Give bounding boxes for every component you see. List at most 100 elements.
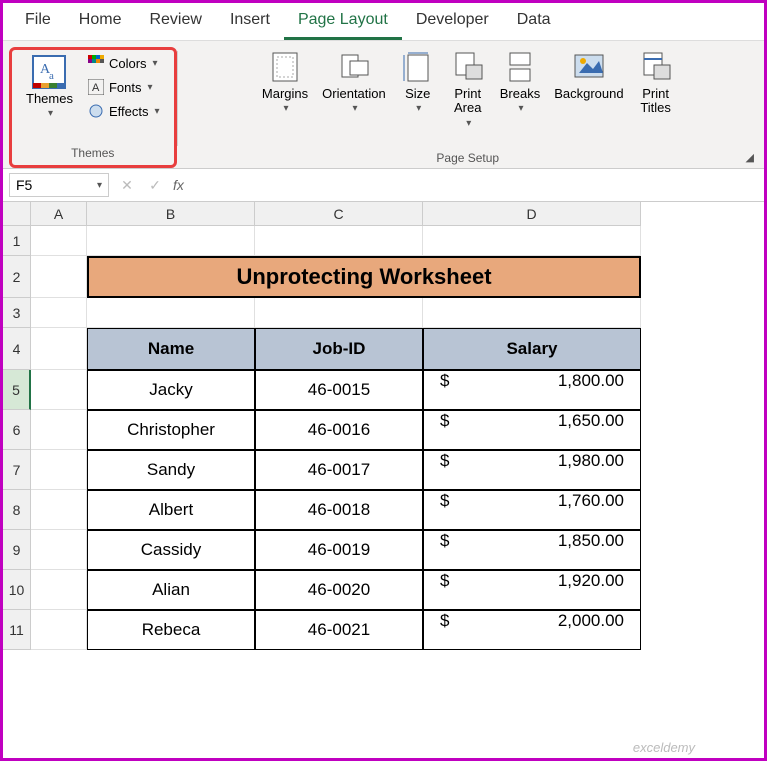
themes-label: Themes <box>26 92 73 106</box>
row-header[interactable]: 8 <box>3 490 31 530</box>
cell[interactable] <box>423 226 641 256</box>
cell[interactable] <box>31 370 87 410</box>
cell-name[interactable]: Sandy <box>87 450 255 490</box>
cell-jobid[interactable]: 46-0017 <box>255 450 423 490</box>
cell[interactable] <box>423 298 641 328</box>
col-header-a[interactable]: A <box>31 202 87 226</box>
svg-text:a: a <box>49 70 54 82</box>
row-header[interactable]: 5 <box>3 370 31 410</box>
cell-name[interactable]: Cassidy <box>87 530 255 570</box>
cell-name[interactable]: Rebeca <box>87 610 255 650</box>
cell[interactable] <box>31 610 87 650</box>
cancel-formula-button[interactable]: ✕ <box>117 177 137 194</box>
cell-salary[interactable]: $1,850.00 <box>423 530 641 570</box>
chevron-down-icon: ▾ <box>153 58 158 69</box>
tab-home[interactable]: Home <box>65 3 136 40</box>
tab-file[interactable]: File <box>11 3 65 40</box>
size-button[interactable]: Size▾ <box>396 47 440 116</box>
effects-button[interactable]: Effects▾ <box>83 100 164 122</box>
row-header[interactable]: 11 <box>3 610 31 650</box>
row-header[interactable]: 1 <box>3 226 31 256</box>
cell-jobid[interactable]: 46-0015 <box>255 370 423 410</box>
cell[interactable] <box>31 226 87 256</box>
cell-name[interactable]: Alian <box>87 570 255 610</box>
print-area-button[interactable]: Print Area▾ <box>446 47 490 131</box>
cell-salary[interactable]: $1,980.00 <box>423 450 641 490</box>
cell[interactable] <box>31 256 87 298</box>
enter-formula-button[interactable]: ✓ <box>145 177 165 194</box>
col-header-b[interactable]: B <box>87 202 255 226</box>
tab-insert[interactable]: Insert <box>216 3 284 40</box>
cell-jobid[interactable]: 46-0016 <box>255 410 423 450</box>
breaks-button[interactable]: Breaks▾ <box>496 47 544 116</box>
themes-icon: Aa <box>31 54 67 90</box>
cell-salary[interactable]: $1,800.00 <box>423 370 641 410</box>
name-box[interactable]: F5 ▾ <box>9 173 109 197</box>
print-titles-icon <box>638 49 674 85</box>
print-titles-label: Print Titles <box>640 87 671 116</box>
cell-salary[interactable]: $1,760.00 <box>423 490 641 530</box>
title-cell[interactable]: Unprotecting Worksheet <box>87 256 641 298</box>
orientation-button[interactable]: Orientation▾ <box>318 47 390 116</box>
header-name[interactable]: Name <box>87 328 255 370</box>
row-header[interactable]: 6 <box>3 410 31 450</box>
cell-jobid[interactable]: 46-0018 <box>255 490 423 530</box>
header-salary[interactable]: Salary <box>423 328 641 370</box>
cell-name[interactable]: Christopher <box>87 410 255 450</box>
select-all-corner[interactable] <box>3 202 31 226</box>
fonts-button[interactable]: A Fonts ▾ <box>83 76 164 98</box>
cell[interactable] <box>31 490 87 530</box>
col-header-d[interactable]: D <box>423 202 641 226</box>
group-label-page-setup: Page Setup <box>186 148 750 168</box>
cell[interactable] <box>31 530 87 570</box>
cell[interactable] <box>31 450 87 490</box>
fonts-icon: A <box>87 78 105 96</box>
cell[interactable] <box>31 328 87 370</box>
cell[interactable] <box>31 298 87 328</box>
cell[interactable] <box>255 226 423 256</box>
tab-page-layout[interactable]: Page Layout <box>284 3 402 40</box>
cell[interactable] <box>255 298 423 328</box>
row-header[interactable]: 2 <box>3 256 31 298</box>
colors-button[interactable]: Colors▾ <box>83 52 164 74</box>
page-setup-launcher[interactable]: ◢ <box>746 151 754 164</box>
tab-data[interactable]: Data <box>503 3 565 40</box>
colors-icon <box>87 54 105 72</box>
cell-jobid[interactable]: 46-0019 <box>255 530 423 570</box>
print-titles-button[interactable]: Print Titles <box>634 47 678 118</box>
tab-review[interactable]: Review <box>135 3 215 40</box>
cell-jobid[interactable]: 46-0021 <box>255 610 423 650</box>
breaks-icon <box>502 49 538 85</box>
cell-salary[interactable]: $1,920.00 <box>423 570 641 610</box>
row-header[interactable]: 4 <box>3 328 31 370</box>
background-button[interactable]: Background <box>550 47 627 103</box>
fonts-label: Fonts <box>109 80 142 95</box>
fx-icon[interactable]: fx <box>173 177 184 193</box>
header-jobid[interactable]: Job-ID <box>255 328 423 370</box>
cell[interactable] <box>87 298 255 328</box>
themes-button[interactable]: Aa Themes ▾ <box>22 52 77 121</box>
col-header-c[interactable]: C <box>255 202 423 226</box>
margins-button[interactable]: Margins▾ <box>258 47 312 116</box>
cell[interactable] <box>87 226 255 256</box>
print-area-icon <box>450 49 486 85</box>
row-header[interactable]: 9 <box>3 530 31 570</box>
formula-input[interactable] <box>192 175 758 195</box>
row-header[interactable]: 3 <box>3 298 31 328</box>
cell-salary[interactable]: $2,000.00 <box>423 610 641 650</box>
cell-name[interactable]: Albert <box>87 490 255 530</box>
cell-name[interactable]: Jacky <box>87 370 255 410</box>
row-header[interactable]: 7 <box>3 450 31 490</box>
cell[interactable] <box>31 570 87 610</box>
svg-text:A: A <box>92 82 100 94</box>
breaks-label: Breaks <box>500 87 540 101</box>
cell-jobid[interactable]: 46-0020 <box>255 570 423 610</box>
orientation-icon <box>336 49 372 85</box>
row-header[interactable]: 10 <box>3 570 31 610</box>
tab-developer[interactable]: Developer <box>402 3 503 40</box>
cell-salary[interactable]: $1,650.00 <box>423 410 641 450</box>
ribbon-group-themes: Aa Themes ▾ Colors▾ A Fonts ▾ <box>14 52 172 163</box>
size-icon <box>400 49 436 85</box>
cell[interactable] <box>31 410 87 450</box>
chevron-down-icon: ▾ <box>147 82 152 93</box>
